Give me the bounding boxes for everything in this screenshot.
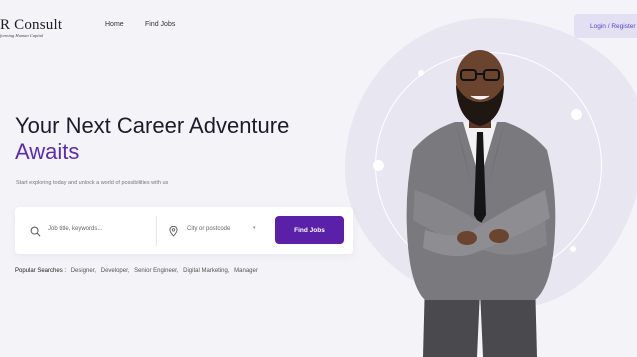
logo-text: R Consult — [0, 17, 63, 33]
popular-searches: Popular Searches : Designer, Developer, … — [15, 268, 258, 274]
hero-person-image — [406, 50, 556, 357]
popular-term[interactable]: Designer, — [71, 268, 96, 274]
find-jobs-button[interactable]: Find Jobs — [275, 216, 344, 244]
popular-term[interactable]: Digital Marketing, — [183, 268, 229, 274]
nav-find-jobs[interactable]: Find Jobs — [145, 21, 175, 28]
nav-home[interactable]: Home — [105, 21, 124, 28]
search-divider — [156, 216, 157, 246]
hero-title-line1: Your Next Career Adventure — [15, 113, 290, 138]
location-pin-icon — [169, 224, 178, 242]
popular-term[interactable]: Manager — [234, 268, 258, 274]
chevron-down-icon[interactable]: ▾ — [253, 225, 256, 231]
hero-subtitle: Start exploring today and unlock a world… — [16, 180, 169, 186]
location-input[interactable]: City or postcode — [187, 226, 230, 232]
search-icon — [30, 224, 41, 242]
popular-searches-label: Popular Searches : — [15, 268, 67, 274]
orbit-dot — [570, 246, 576, 252]
job-search-bar: Job title, keywords... City or postcode … — [15, 207, 353, 254]
keywords-input[interactable]: Job title, keywords... — [48, 226, 102, 232]
orbit-dot — [571, 109, 582, 120]
login-register-button[interactable]: Login / Register — [574, 14, 637, 38]
orbit-dot — [373, 160, 384, 171]
logo-tagline: forming Human Capital — [0, 33, 44, 38]
popular-term[interactable]: Senior Engineer, — [134, 268, 178, 274]
site-logo[interactable]: R Consult forming Human Capital — [0, 17, 62, 39]
hero-title-line2: Awaits — [15, 139, 80, 164]
popular-term[interactable]: Developer, — [101, 268, 130, 274]
